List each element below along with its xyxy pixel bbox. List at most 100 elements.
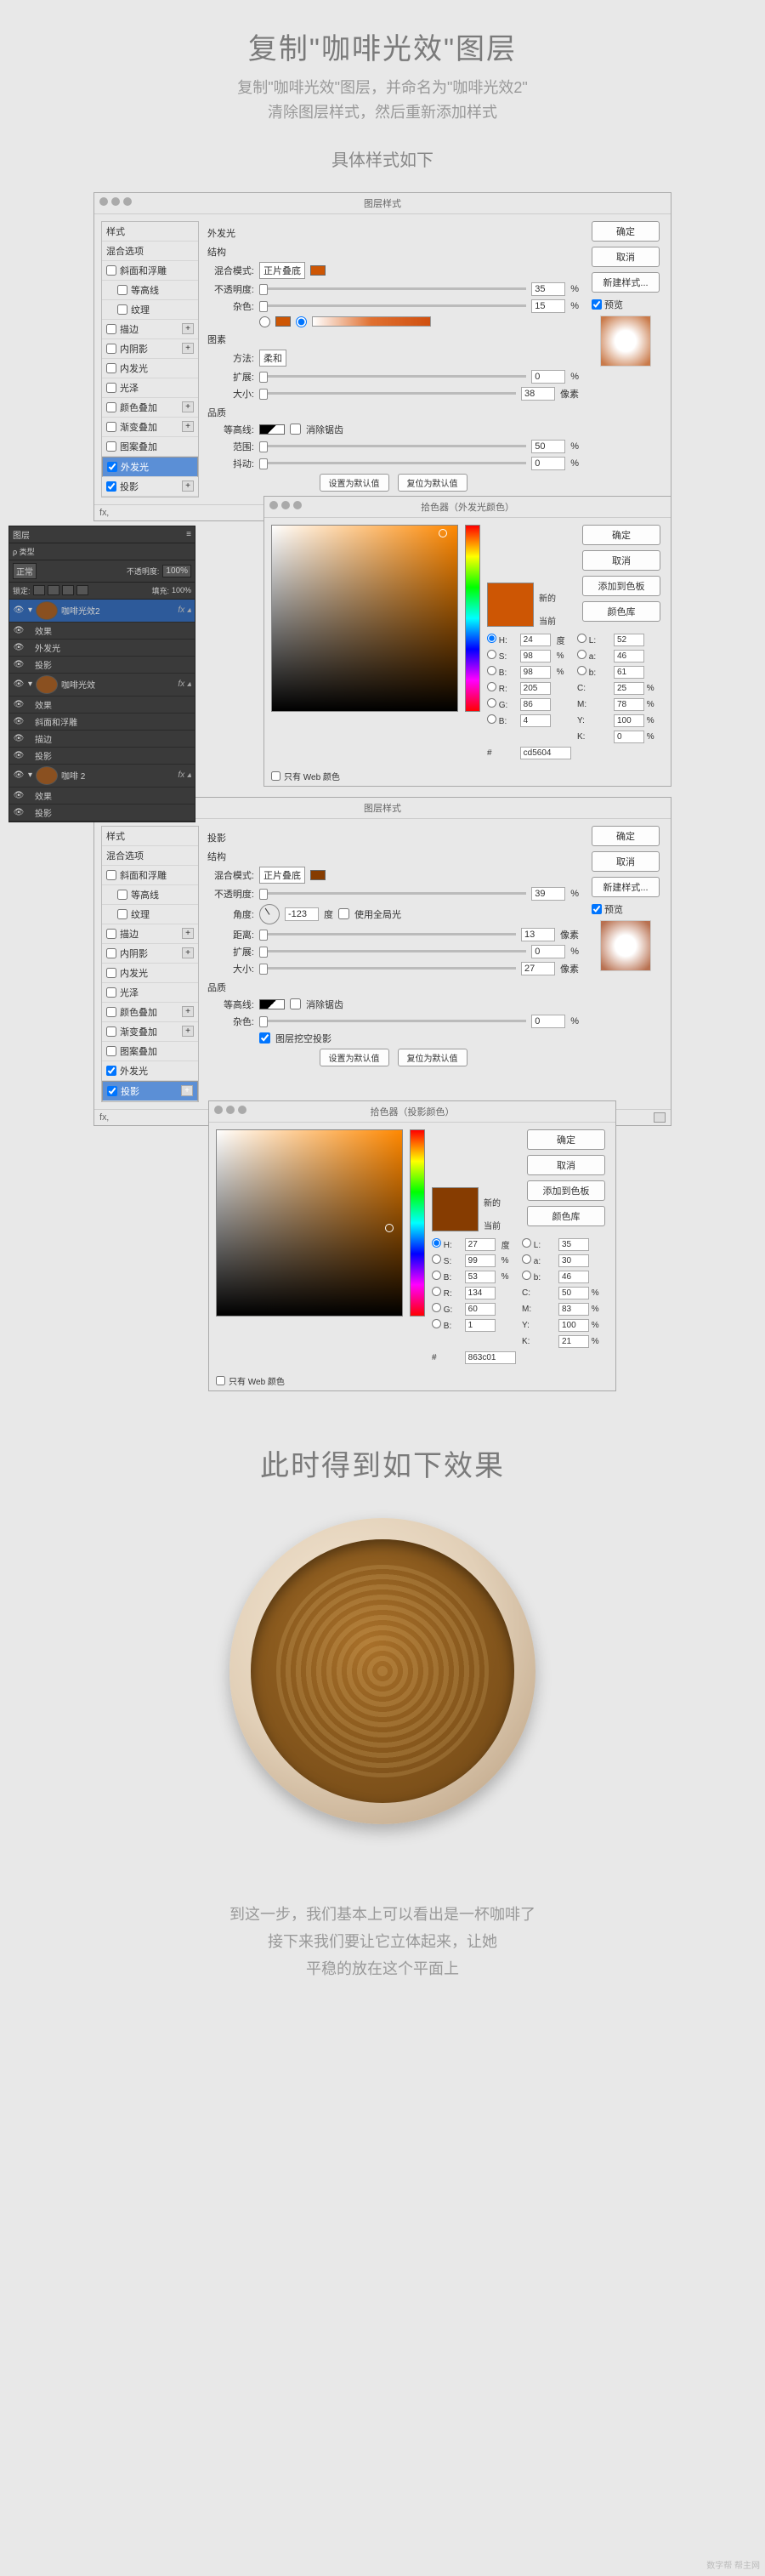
knockout-check[interactable] xyxy=(259,1032,270,1043)
noise-input[interactable]: 15 xyxy=(531,299,565,313)
r-radio[interactable] xyxy=(432,1287,441,1296)
anti-alias-check[interactable] xyxy=(290,998,301,1009)
a-radio[interactable] xyxy=(522,1254,531,1264)
size-slider[interactable] xyxy=(259,967,516,970)
layers-tab[interactable]: 图层 xyxy=(13,528,30,541)
angle-dial[interactable] xyxy=(259,904,280,924)
preview-check[interactable]: 预览 xyxy=(592,902,660,916)
ok-button[interactable]: 确定 xyxy=(582,525,660,545)
opacity-slider[interactable] xyxy=(259,287,526,290)
style-gradient-overlay[interactable]: 渐变叠加+ xyxy=(102,418,198,437)
add-icon[interactable]: + xyxy=(182,928,194,939)
visibility-icon[interactable]: 👁 xyxy=(13,700,25,709)
visibility-icon[interactable]: 👁 xyxy=(13,680,25,689)
range-input[interactable]: 50 xyxy=(531,440,565,453)
cancel-button[interactable]: 取消 xyxy=(582,550,660,571)
style-texture[interactable]: 纹理 xyxy=(102,300,198,320)
style-stroke[interactable]: 描边+ xyxy=(102,320,198,339)
expand-icon[interactable]: ▾ xyxy=(28,771,32,780)
range-slider[interactable] xyxy=(259,445,526,447)
size-input[interactable]: 38 xyxy=(521,387,555,401)
s-radio[interactable] xyxy=(487,650,496,659)
fx-icon[interactable]: fx‚ xyxy=(99,508,109,518)
style-drop-shadow[interactable]: 投影+ xyxy=(102,477,198,497)
lock-icon[interactable] xyxy=(62,585,74,595)
g-radio[interactable] xyxy=(432,1303,441,1312)
blendmode-select[interactable]: 正片叠底 xyxy=(259,262,305,279)
k-input[interactable]: 0 xyxy=(614,731,644,743)
h-radio[interactable] xyxy=(487,634,496,643)
visibility-icon[interactable]: 👁 xyxy=(13,643,25,652)
style-outer-glow[interactable]: 外发光 xyxy=(102,457,198,477)
opacity-slider[interactable] xyxy=(259,892,526,895)
color-libs-button[interactable]: 颜色库 xyxy=(582,601,660,622)
bv-input[interactable]: 1 xyxy=(465,1319,496,1332)
style-texture[interactable]: 纹理 xyxy=(102,905,198,924)
lock-icon[interactable] xyxy=(76,585,88,595)
b-input[interactable]: 98 xyxy=(520,666,551,679)
s-input[interactable]: 98 xyxy=(520,650,551,662)
ok-button[interactable]: 确定 xyxy=(592,221,660,242)
method-select[interactable]: 柔和 xyxy=(259,350,286,367)
bv-input[interactable]: 4 xyxy=(520,714,551,727)
size-input[interactable]: 27 xyxy=(521,962,555,975)
contour-picker[interactable] xyxy=(259,424,285,435)
spread-input[interactable]: 0 xyxy=(531,370,565,384)
g-radio[interactable] xyxy=(487,698,496,708)
style-outer-glow[interactable]: 外发光 xyxy=(102,1061,198,1081)
add-icon[interactable]: + xyxy=(182,1006,194,1017)
k-input[interactable]: 21 xyxy=(558,1335,589,1348)
gradient-radio[interactable] xyxy=(296,316,307,327)
cancel-button[interactable]: 取消 xyxy=(527,1155,605,1175)
visibility-icon[interactable]: 👁 xyxy=(13,660,25,669)
layer-effect[interactable]: 👁投影 xyxy=(9,748,195,765)
new-style-button[interactable]: 新建样式... xyxy=(592,272,660,293)
a-input[interactable]: 46 xyxy=(614,650,644,662)
blend-options[interactable]: 混合选项 xyxy=(102,242,198,261)
visibility-icon[interactable]: 👁 xyxy=(13,771,25,780)
distance-input[interactable]: 13 xyxy=(521,928,555,941)
m-input[interactable]: 83 xyxy=(558,1303,589,1316)
style-bevel[interactable]: 斜面和浮雕 xyxy=(102,866,198,885)
color-swatch[interactable] xyxy=(310,265,326,276)
styles-header[interactable]: 样式 xyxy=(102,222,198,242)
style-gradient-overlay[interactable]: 渐变叠加+ xyxy=(102,1022,198,1042)
style-pattern-overlay[interactable]: 图案叠加 xyxy=(102,1042,198,1061)
cancel-button[interactable]: 取消 xyxy=(592,247,660,267)
visibility-icon[interactable]: 👁 xyxy=(13,751,25,760)
r-radio[interactable] xyxy=(487,682,496,691)
lab-b-radio[interactable] xyxy=(577,666,586,675)
blend-select[interactable]: 正常 xyxy=(13,563,37,579)
layer-effect[interactable]: 👁效果 xyxy=(9,697,195,714)
visibility-icon[interactable]: 👁 xyxy=(13,606,25,615)
style-pattern-overlay[interactable]: 图案叠加 xyxy=(102,437,198,457)
g-input[interactable]: 86 xyxy=(520,698,551,711)
contour-picker[interactable] xyxy=(259,999,285,1009)
visibility-icon[interactable]: 👁 xyxy=(13,626,25,635)
b-radio[interactable] xyxy=(432,1271,441,1280)
c-input[interactable]: 25 xyxy=(614,682,644,695)
b-input[interactable]: 53 xyxy=(465,1271,496,1283)
preview-check[interactable]: 预览 xyxy=(592,298,660,311)
l-input[interactable]: 52 xyxy=(614,634,644,646)
color-field[interactable] xyxy=(216,1129,403,1316)
visibility-icon[interactable]: 👁 xyxy=(13,808,25,817)
reset-default-button[interactable]: 复位为默认值 xyxy=(398,1049,468,1066)
style-color-overlay[interactable]: 颜色叠加+ xyxy=(102,1003,198,1022)
style-inner-glow[interactable]: 内发光 xyxy=(102,964,198,983)
a-radio[interactable] xyxy=(577,650,586,659)
hue-slider[interactable] xyxy=(410,1129,425,1316)
style-contour[interactable]: 等高线 xyxy=(102,885,198,905)
add-icon[interactable]: + xyxy=(182,1026,194,1037)
noise-slider[interactable] xyxy=(259,1020,526,1022)
expand-icon[interactable]: ▾ xyxy=(28,606,32,615)
spread-slider[interactable] xyxy=(259,950,526,952)
a-input[interactable]: 30 xyxy=(558,1254,589,1267)
noise-slider[interactable] xyxy=(259,304,526,307)
style-bevel[interactable]: 斜面和浮雕 xyxy=(102,261,198,281)
noise-input[interactable]: 0 xyxy=(531,1015,565,1028)
visibility-icon[interactable]: 👁 xyxy=(13,734,25,743)
style-inner-shadow[interactable]: 内阴影+ xyxy=(102,944,198,964)
size-slider[interactable] xyxy=(259,392,516,395)
bv-radio[interactable] xyxy=(487,714,496,724)
